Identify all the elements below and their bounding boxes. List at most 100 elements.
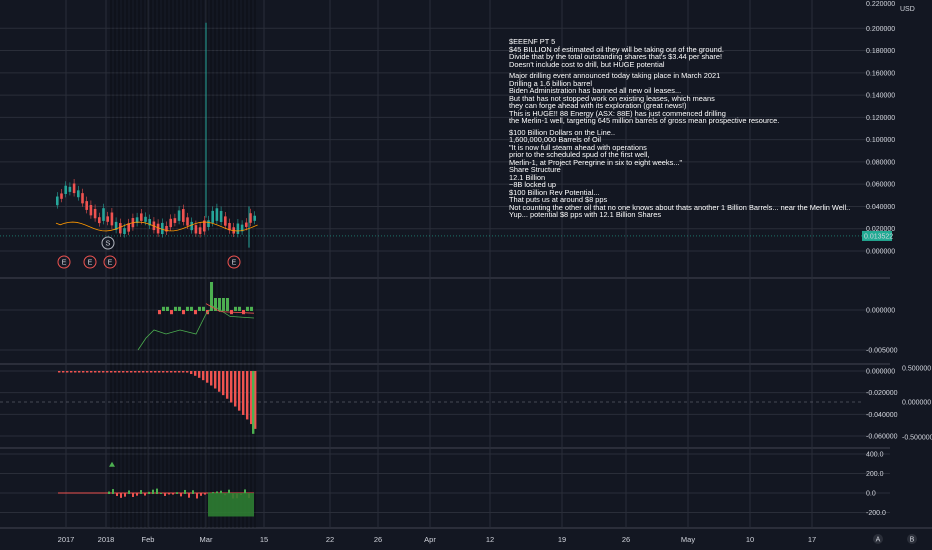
hist-tick-label: -0.040000 xyxy=(866,412,898,419)
vol-bar xyxy=(188,493,190,498)
hist-bar xyxy=(130,371,133,373)
event-stripe xyxy=(186,0,188,528)
vol-tick-label: 400.0 xyxy=(866,452,884,459)
hist-bar xyxy=(194,371,197,376)
hist-bar xyxy=(106,371,109,373)
vol-bar xyxy=(168,493,170,495)
vol-bar xyxy=(152,489,154,494)
event-stripe xyxy=(242,0,244,528)
hist-bar xyxy=(158,371,161,373)
auto-scale-label: A xyxy=(876,537,881,544)
hist-bar xyxy=(118,371,121,373)
osc-bar xyxy=(234,306,237,311)
price-tick-label: 0.220000 xyxy=(866,1,895,8)
hist-bar xyxy=(126,371,129,373)
time-axis-label: 10 xyxy=(746,535,754,544)
osc-bar xyxy=(222,298,225,311)
hist-bar xyxy=(58,371,61,373)
event-stripe xyxy=(210,0,212,528)
vol-bar xyxy=(196,493,198,499)
hist-right-tick-label: 0.000000 xyxy=(902,400,931,407)
vol-tick-label: -200.0 xyxy=(866,510,886,517)
osc-bar xyxy=(202,306,205,311)
event-stripe xyxy=(182,0,184,528)
event-stripe xyxy=(198,0,200,528)
event-stripe xyxy=(254,0,256,528)
hist-bar xyxy=(210,371,213,386)
vol-bar xyxy=(160,492,162,494)
event-stripe xyxy=(174,0,176,528)
vol-tick-label: 200.0 xyxy=(866,471,884,478)
hist-bar xyxy=(86,371,89,373)
hist-bar xyxy=(62,371,65,373)
vol-bar xyxy=(120,493,122,498)
vol-block xyxy=(208,493,254,517)
hist-bar xyxy=(170,371,173,373)
vol-bar xyxy=(192,490,194,494)
event-stripe xyxy=(226,0,228,528)
event-stripe xyxy=(154,0,156,528)
event-stripe xyxy=(214,0,216,528)
event-marker-label: S xyxy=(106,241,111,248)
price-tick-label: 0.020000 xyxy=(866,226,895,233)
vol-bar xyxy=(172,493,174,495)
osc-bar xyxy=(186,306,189,311)
price-tick-label: 0.120000 xyxy=(866,115,895,122)
event-marker-label: E xyxy=(108,260,113,267)
price-tick-label: 0.040000 xyxy=(866,204,895,211)
price-tick-label: 0.080000 xyxy=(866,159,895,166)
vol-bar xyxy=(108,491,110,494)
osc-bar xyxy=(246,306,249,311)
hist-bar xyxy=(178,371,181,373)
osc-tick-label: -0.005000 xyxy=(866,348,898,355)
hist-bar xyxy=(190,371,193,375)
last-price-label: 0.013522 xyxy=(864,233,893,240)
log-scale-label: B xyxy=(910,537,915,544)
hist-bar xyxy=(66,371,69,373)
event-stripe xyxy=(134,0,136,528)
osc-bar xyxy=(226,298,229,311)
time-axis-label: 26 xyxy=(622,535,630,544)
time-axis-label: 2017 xyxy=(58,535,75,544)
event-stripe xyxy=(122,0,124,528)
hist-bar xyxy=(238,371,241,411)
event-stripe xyxy=(142,0,144,528)
hist-tick-label: 0.000000 xyxy=(866,369,895,376)
time-axis-label: May xyxy=(681,535,695,544)
vol-bar xyxy=(124,493,126,497)
time-axis-label: 12 xyxy=(486,535,494,544)
vol-bar xyxy=(184,489,186,494)
price-tick-label: 0.160000 xyxy=(866,70,895,77)
osc-bar xyxy=(242,310,245,315)
hist-bar xyxy=(154,371,157,373)
event-stripe xyxy=(146,0,148,528)
hist-bar xyxy=(174,371,177,373)
event-stripe xyxy=(158,0,160,528)
hist-bar xyxy=(214,371,217,389)
hist-tick-label: -0.020000 xyxy=(866,390,898,397)
osc-bar xyxy=(238,306,241,311)
currency-label: USD xyxy=(900,6,915,13)
osc-bar xyxy=(178,306,181,311)
hist-bar xyxy=(90,371,93,373)
event-stripe xyxy=(126,0,128,528)
osc-bar xyxy=(198,306,201,311)
osc-bar xyxy=(158,310,161,315)
note-line: Merlin-1, at Project Peregrine in six to… xyxy=(509,157,683,167)
vol-bar xyxy=(164,493,166,496)
note-line: 12.1 Billion xyxy=(509,172,546,182)
time-axis-label: 17 xyxy=(808,535,816,544)
note-line: Doesn't include cost to drill, but HUGE … xyxy=(509,59,665,69)
hist-bar xyxy=(134,371,137,373)
event-stripe xyxy=(194,0,196,528)
event-stripe xyxy=(246,0,248,528)
event-stripe xyxy=(118,0,120,528)
price-tick-label: 0.060000 xyxy=(866,182,895,189)
event-stripe xyxy=(250,0,252,528)
time-axis-label: Feb xyxy=(142,535,155,544)
hist-bar xyxy=(122,371,125,373)
event-stripe xyxy=(202,0,204,528)
hist-bar xyxy=(166,371,169,373)
event-marker-label: E xyxy=(62,260,67,267)
price-tick-label: 0.000000 xyxy=(866,249,895,256)
